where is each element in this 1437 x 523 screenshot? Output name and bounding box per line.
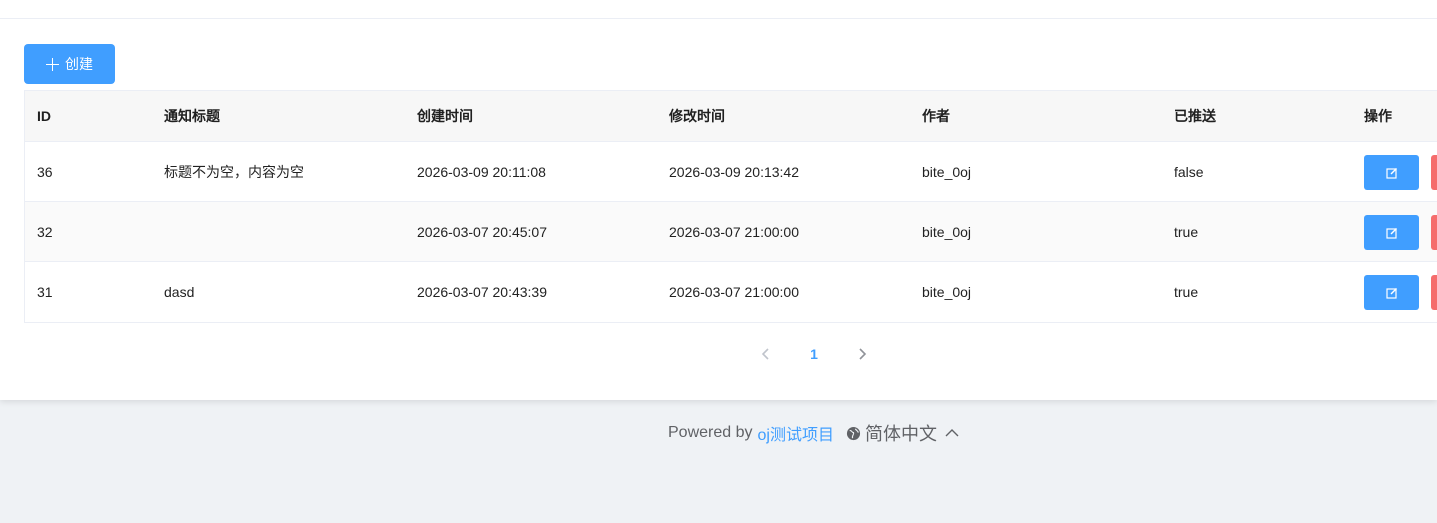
cell-created-time: 2026-03-09 20:11:08 xyxy=(417,163,546,180)
cell-id: 31 xyxy=(37,284,53,300)
cell-title: dasd xyxy=(164,284,195,300)
cell-created-time: 2026-03-07 20:43:39 xyxy=(417,284,547,300)
header-modified-time: 修改时间 xyxy=(669,108,725,124)
edit-icon xyxy=(1385,227,1397,239)
cell-sent: false xyxy=(1174,163,1204,180)
table-row: 36 标题不为空，内容为空 2026-03-09 20:11:08 2026-0… xyxy=(25,142,1437,202)
header-created-time: 创建时间 xyxy=(417,108,473,124)
prev-page-button[interactable] xyxy=(754,340,778,368)
cell-id: 32 xyxy=(37,223,53,240)
delete-button[interactable] xyxy=(1431,215,1437,250)
announcement-table: ID 通知标题 创建时间 修改时间 作者 已推送 操作 36 标题不为空，内容为… xyxy=(24,90,1437,323)
delete-button[interactable] xyxy=(1431,275,1437,310)
cell-author: bite_0oj xyxy=(922,163,972,180)
footer: Powered by oj测试项目 简体中文 xyxy=(668,421,959,445)
header-author: 作者 xyxy=(922,108,950,124)
chevron-left-icon xyxy=(761,348,769,360)
cell-modified-time: 2026-03-07 21:00:00 xyxy=(669,223,799,240)
cell-sent: true xyxy=(1174,223,1199,240)
cell-title: 标题不为空，内容为空 xyxy=(164,163,304,180)
edit-button[interactable] xyxy=(1364,155,1419,190)
header-title: 通知标题 xyxy=(164,108,220,124)
plus-icon xyxy=(46,57,59,71)
cell-created-time: 2026-03-07 20:45:07 xyxy=(417,223,547,240)
page-number[interactable]: 1 xyxy=(802,340,826,368)
cell-modified-time: 2026-03-07 21:00:00 xyxy=(669,284,799,300)
create-button[interactable]: 创建 xyxy=(24,44,115,84)
cell-author: bite_0oj xyxy=(922,284,972,300)
language-label: 简体中文 xyxy=(864,424,937,444)
powered-by-text: Powered by xyxy=(668,424,753,441)
cell-modified-time: 2026-03-09 20:13:42 xyxy=(669,163,799,180)
edit-button[interactable] xyxy=(1364,275,1419,310)
cell-author: bite_0oj xyxy=(922,223,972,240)
chevron-up-icon xyxy=(945,429,959,437)
header-sent: 已推送 xyxy=(1174,108,1216,124)
header-divider xyxy=(0,18,1437,19)
project-link[interactable]: oj测试项目 xyxy=(758,421,834,445)
table-row: 31 dasd 2026-03-07 20:43:39 2026-03-07 2… xyxy=(25,262,1437,322)
globe-icon xyxy=(846,426,861,440)
pagination: 1 xyxy=(0,340,1437,368)
cell-sent: true xyxy=(1174,284,1199,300)
table-row: 32 2026-03-07 20:45:07 2026-03-07 21:00:… xyxy=(25,202,1437,262)
table-header: ID 通知标题 创建时间 修改时间 作者 已推送 操作 xyxy=(25,91,1437,142)
next-page-button[interactable] xyxy=(850,340,874,368)
create-button-label: 创建 xyxy=(65,56,93,72)
header-id: ID xyxy=(37,108,51,124)
header-operations: 操作 xyxy=(1364,108,1392,124)
edit-icon xyxy=(1385,167,1397,179)
edit-icon xyxy=(1385,287,1397,299)
language-selector[interactable]: 简体中文 xyxy=(846,420,959,446)
chevron-right-icon xyxy=(859,348,867,360)
delete-button[interactable] xyxy=(1431,155,1437,190)
cell-id: 36 xyxy=(37,163,53,180)
main-card: 创建 ID 通知标题 创建时间 修改时间 作者 已推送 操作 36 标题不为空，… xyxy=(0,0,1437,400)
edit-button[interactable] xyxy=(1364,215,1419,250)
